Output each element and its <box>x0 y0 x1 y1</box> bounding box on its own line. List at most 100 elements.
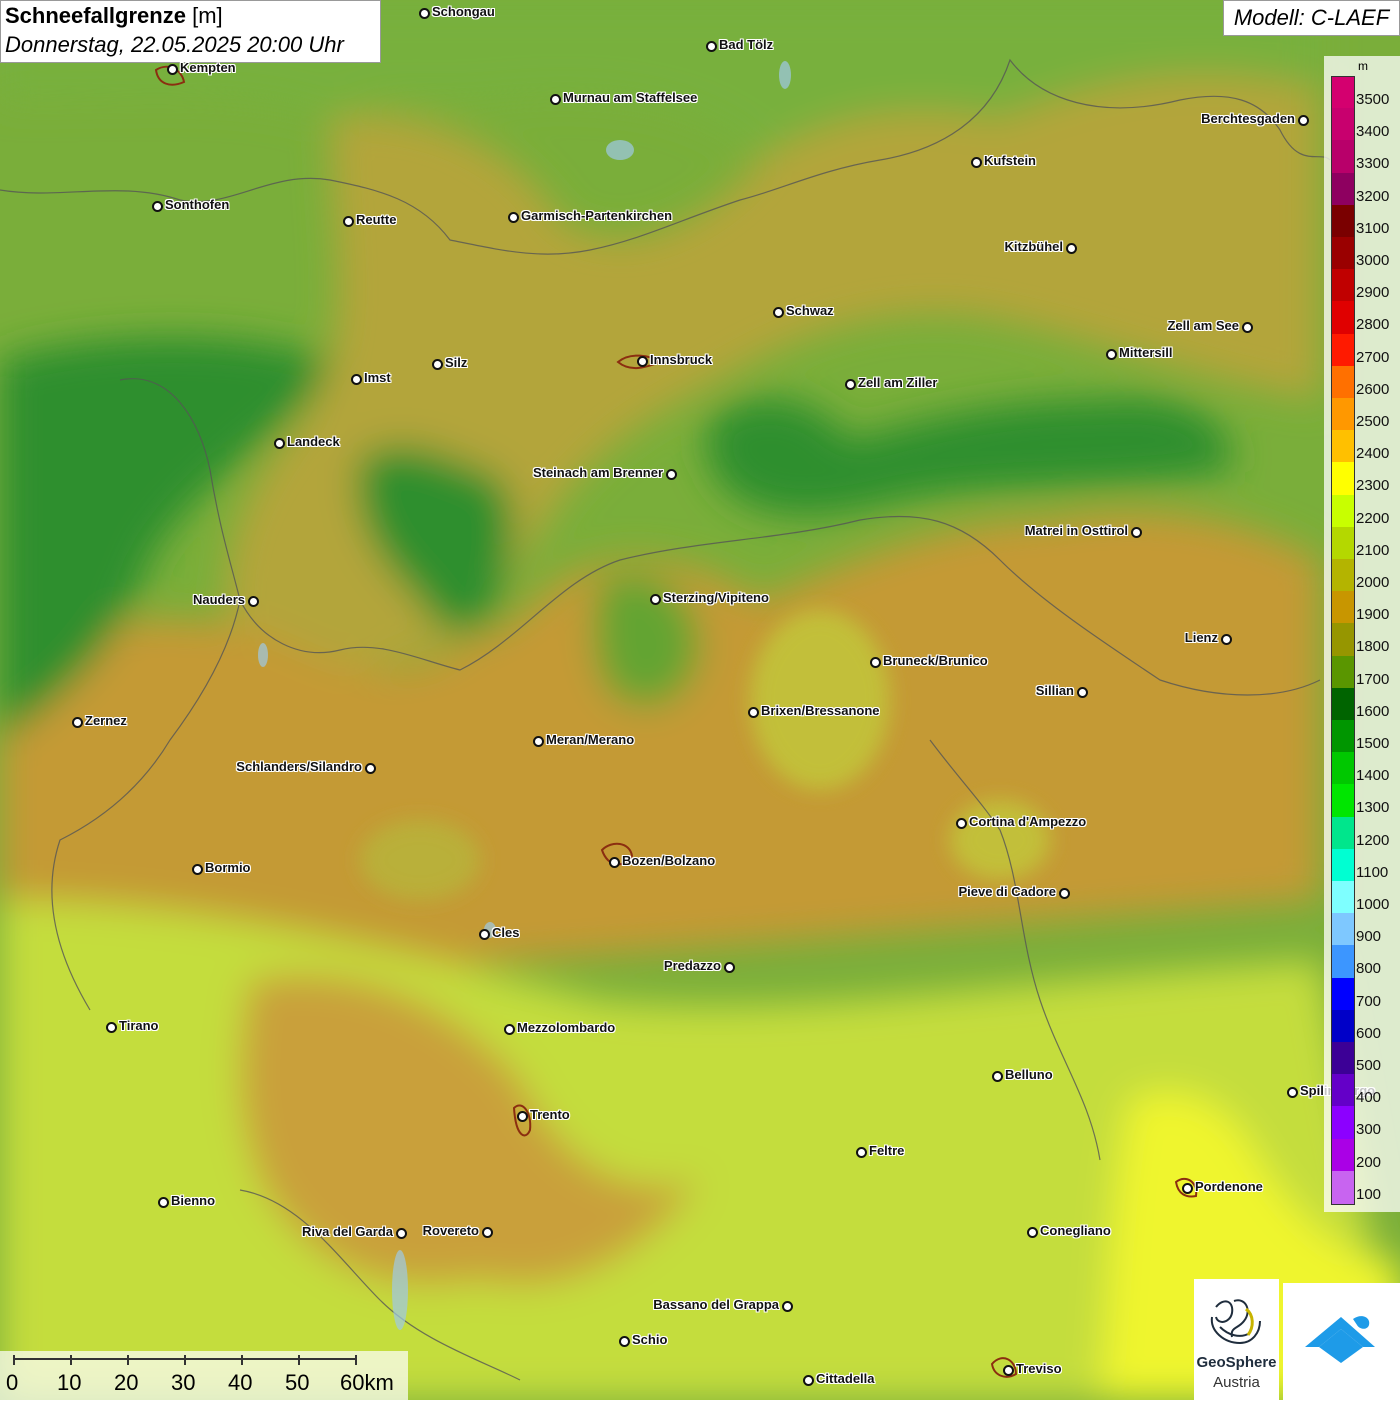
city-label: Pordenone <box>1195 1179 1263 1194</box>
city-label: Schlanders/Silandro <box>236 759 362 774</box>
city-label: Kitzbühel <box>1004 239 1064 254</box>
map-title: Schneefallgrenze [m] <box>5 3 376 29</box>
city-label: Bienno <box>171 1193 216 1208</box>
legend-swatch <box>1331 333 1355 367</box>
city-label: Bruneck/Brunico <box>883 653 988 668</box>
legend-swatch <box>1331 1042 1355 1075</box>
city-label: Schwaz <box>786 303 834 318</box>
legend-label: 700 <box>1356 992 1382 1010</box>
legend-swatch <box>1331 559 1355 592</box>
city-marker <box>845 379 856 390</box>
legend-label: 1700 <box>1356 670 1390 688</box>
city-marker <box>192 864 203 875</box>
scale-label: 60km <box>340 1370 394 1395</box>
city-marker <box>106 1022 117 1033</box>
legend-label: 500 <box>1356 1057 1382 1074</box>
city-marker <box>550 94 561 105</box>
city-label: Zell am Ziller <box>858 375 938 390</box>
legend-swatch <box>1331 1074 1355 1108</box>
geosphere-logo[interactable]: GeoSphere Austria <box>1194 1279 1279 1400</box>
legend-swatch <box>1331 269 1355 303</box>
legend-swatch <box>1331 655 1355 689</box>
city-label: Schongau <box>432 4 495 19</box>
city-marker <box>504 1024 515 1035</box>
city-label: Bassano del Grappa <box>653 1297 779 1312</box>
scale-label: 20 <box>114 1370 139 1395</box>
city-marker <box>1298 115 1309 126</box>
app-logo[interactable] <box>1283 1283 1400 1400</box>
city-marker <box>856 1147 867 1158</box>
model-label: Modell: C-LAEF <box>1223 0 1400 36</box>
city-marker <box>773 307 784 318</box>
city-marker <box>637 356 648 367</box>
legend-swatch <box>1331 623 1355 657</box>
city-marker <box>365 763 376 774</box>
city-label: Bozen/Bolzano <box>622 853 716 868</box>
city-marker <box>992 1071 1003 1082</box>
city-label: Schio <box>632 1332 668 1347</box>
legend-swatch <box>1331 172 1355 206</box>
city-label: Mittersill <box>1119 345 1173 360</box>
city-marker <box>1131 527 1142 538</box>
city-marker <box>748 707 759 718</box>
city-marker <box>803 1375 814 1386</box>
legend-swatch <box>1331 913 1355 947</box>
city-label: Bad Tölz <box>719 37 774 52</box>
legend-label: 3100 <box>1356 219 1390 237</box>
city-marker <box>1182 1183 1193 1194</box>
legend-label: 3400 <box>1356 123 1390 141</box>
city-marker <box>482 1227 493 1238</box>
city-marker <box>666 469 677 480</box>
legend-swatch <box>1331 204 1355 238</box>
parameter-unit: [m] <box>192 3 223 28</box>
city-marker <box>152 201 163 212</box>
legend-label: 1600 <box>1356 702 1390 720</box>
city-label: Sterzing/Vipiteno <box>663 590 769 605</box>
city-label: Trento <box>530 1107 570 1122</box>
legend-swatch <box>1331 237 1355 270</box>
city-label: Zell am See <box>1167 318 1239 333</box>
legend-swatch <box>1331 430 1355 464</box>
legend-swatch <box>1331 1170 1355 1205</box>
city-marker <box>782 1301 793 1312</box>
city-label: Imst <box>364 370 391 385</box>
city-label: Predazzo <box>663 958 721 973</box>
city-marker <box>167 64 178 75</box>
city-marker <box>248 596 259 607</box>
legend-label: 2800 <box>1356 316 1390 334</box>
legend-label: 3200 <box>1356 187 1390 205</box>
forecast-datetime: Donnerstag, 22.05.2025 20:00 Uhr <box>5 32 344 57</box>
city-marker <box>724 962 735 973</box>
city-label: Murnau am Staffelsee <box>563 90 698 105</box>
legend-swatch <box>1331 398 1355 431</box>
city-label: Feltre <box>869 1143 905 1158</box>
legend-swatch <box>1331 140 1355 174</box>
legend-label: 1100 <box>1356 863 1389 881</box>
legend-label: 2500 <box>1356 413 1390 430</box>
city-label: Rovereto <box>422 1223 479 1238</box>
legend-swatch <box>1331 977 1355 1011</box>
scale-label: 30 <box>171 1370 196 1395</box>
legend-swatch <box>1331 108 1355 142</box>
city-marker <box>1242 322 1253 333</box>
city-label: Treviso <box>1016 1361 1062 1376</box>
city-marker <box>517 1111 528 1122</box>
city-marker <box>479 929 490 940</box>
legend-label: 2000 <box>1356 574 1390 591</box>
city-marker <box>956 818 967 829</box>
scale-label: 10 <box>57 1370 82 1395</box>
legend-label: 1500 <box>1356 735 1390 752</box>
city-label: Zernez <box>85 713 127 728</box>
legend-swatch <box>1331 494 1355 528</box>
city-label: Brixen/Bressanone <box>761 703 880 718</box>
city-label: Cortina d'Ampezzo <box>969 814 1087 829</box>
scale-label: 0 <box>6 1370 19 1395</box>
city-marker <box>1077 687 1088 698</box>
legend-label: 2300 <box>1356 477 1390 495</box>
legend-swatch <box>1331 848 1355 882</box>
legend-label: 800 <box>1356 960 1382 978</box>
legend-label: 3500 <box>1356 91 1390 108</box>
city-marker <box>971 157 982 168</box>
city-marker <box>1221 634 1232 645</box>
legend-swatch <box>1331 591 1355 625</box>
